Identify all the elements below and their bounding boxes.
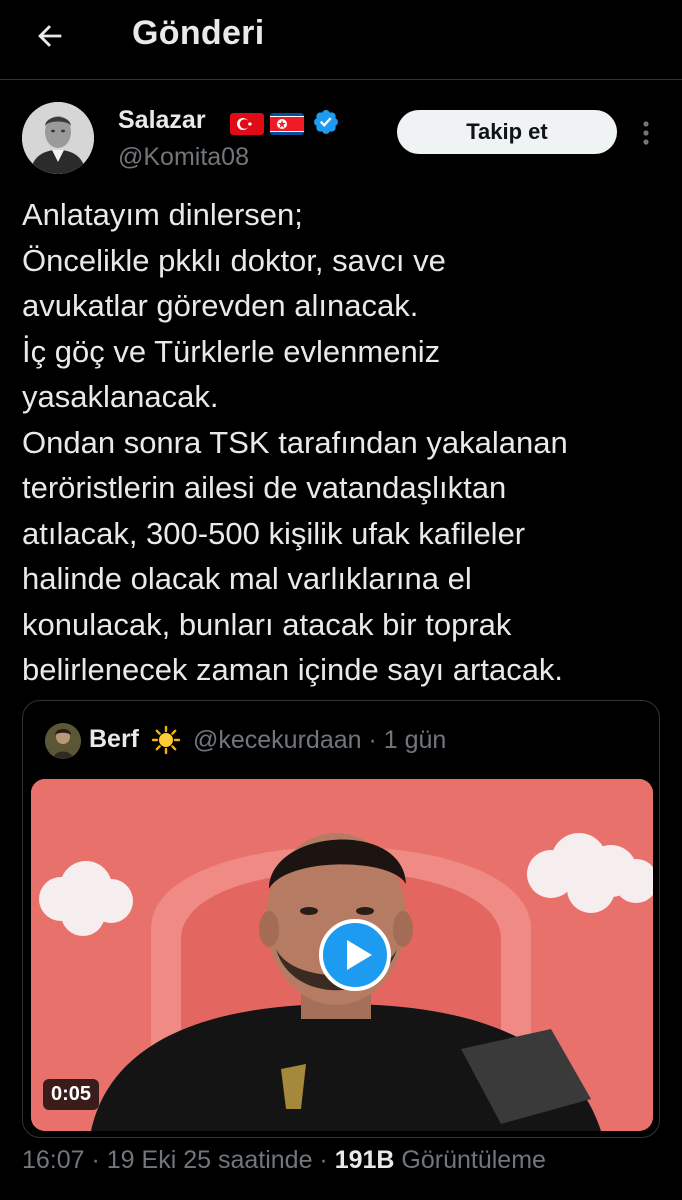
play-icon <box>319 919 391 991</box>
turkey-flag-icon <box>230 113 264 135</box>
quoted-post-card[interactable]: Berf @kecekurdaan · 1 gün 0:05 <box>22 700 660 1138</box>
post-timestamp[interactable]: 16:07 · 19 Eki 25 saatinde · <box>22 1146 335 1174</box>
more-options-button[interactable] <box>636 118 656 148</box>
post-text-line: atılacak, 300-500 kişilik ufak kafileler <box>22 515 526 551</box>
play-button[interactable] <box>319 919 391 991</box>
back-arrow-icon <box>38 25 62 47</box>
post-text-line: konulacak, bunları atacak bir toprak <box>22 606 512 642</box>
quoted-handle-and-time[interactable]: @kecekurdaan · 1 gün <box>193 726 446 755</box>
back-button[interactable] <box>30 16 70 56</box>
author-name[interactable]: Salazar <box>118 106 206 135</box>
post-text-line: teröristlerin ailesi de vatandaşlıktan <box>22 470 507 505</box>
post-text-line: Ondan sonra TSK tarafından yakalanan <box>22 424 568 460</box>
post-text-line: Öncelikle pkklı doktor, savcı ve <box>22 242 446 278</box>
post-metadata: 16:07 · 19 Eki 25 saatinde · 191B Görünt… <box>22 1146 546 1175</box>
follow-button[interactable]: Takip et <box>397 110 617 154</box>
post-text-line: İç göç ve Türklerle evlenmeniz <box>22 333 441 369</box>
page-title: Gönderi <box>132 14 265 52</box>
video-player[interactable]: 0:05 <box>31 779 653 1131</box>
top-bar: Gönderi <box>0 0 682 80</box>
sun-emoji-icon <box>151 725 181 755</box>
author-avatar[interactable] <box>22 102 94 174</box>
post-text-line: avukatlar görevden alınacak. <box>22 288 419 323</box>
video-duration-badge: 0:05 <box>43 1079 100 1110</box>
post-text-line: Anlatayım dinlersen; <box>22 197 303 232</box>
verified-badge-icon <box>312 108 340 136</box>
quoted-author-avatar[interactable] <box>45 723 81 759</box>
views-count: 191B <box>334 1146 395 1174</box>
post-text-line: yasaklanacak. <box>22 379 219 414</box>
more-vertical-icon <box>643 121 649 145</box>
author-handle[interactable]: @Komita08 <box>118 143 249 172</box>
views-label: Görüntüleme <box>394 1146 546 1174</box>
avatar-portrait-image <box>22 102 94 174</box>
north-korea-flag-icon <box>270 113 304 135</box>
post-text-line: belirlenecek zaman içinde sayı artacak. <box>22 652 564 687</box>
post-text: Anlatayım dinlersen; Öncelikle pkklı dok… <box>22 192 662 693</box>
post-text-line: halinde olacak mal varlıklarına el <box>22 561 472 596</box>
quoted-author-name[interactable]: Berf <box>89 725 139 754</box>
